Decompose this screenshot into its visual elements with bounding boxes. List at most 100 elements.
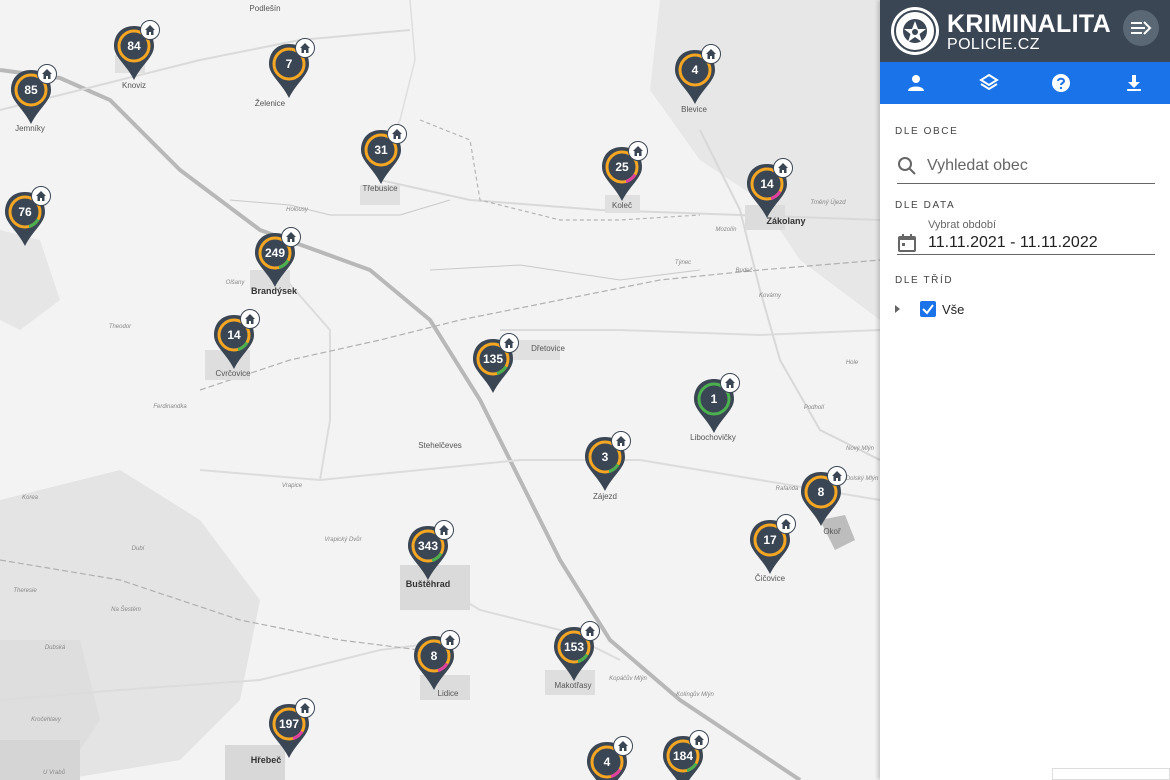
panel-header: KRIMINALITA POLICIE.CZ <box>880 0 1170 62</box>
crime-cluster-marker[interactable]: 84 <box>112 20 160 82</box>
crime-cluster-marker[interactable]: 153 <box>552 621 600 683</box>
help-button[interactable] <box>1025 62 1098 104</box>
crime-cluster-marker[interactable]: 7 <box>267 38 315 100</box>
place-label: Makotřasy <box>554 681 592 690</box>
place-label: Kopáčův Mlýn <box>609 676 647 682</box>
class-section-label: DLE TŘÍD <box>895 275 954 286</box>
home-icon <box>720 373 740 393</box>
place-label: Olšany <box>225 280 245 286</box>
place-label: Dřetovice <box>531 344 565 353</box>
place-label: Korea <box>21 495 39 501</box>
place-label: Okoř <box>823 527 841 536</box>
date-value: 11.11.2021 - 11.11.2022 <box>928 234 1098 251</box>
help-icon <box>1052 74 1071 92</box>
home-icon <box>580 621 600 641</box>
date-range-field[interactable]: Vybrat období 11.11.2021 - 11.11.2022 <box>897 215 1155 255</box>
place-label: Podholí <box>803 405 825 411</box>
place-label: Jemníky <box>15 124 45 133</box>
home-icon <box>611 431 631 451</box>
place-label: Želenice <box>254 99 286 108</box>
crime-cluster-marker[interactable]: 14 <box>745 158 793 220</box>
expand-arrow-icon[interactable] <box>895 305 900 313</box>
place-label: Mozolín <box>715 227 737 233</box>
municipality-section-label: DLE OBCE <box>895 126 959 137</box>
class-tree-item: Vše <box>895 298 1095 320</box>
home-icon <box>240 309 260 329</box>
side-panel: KRIMINALITA POLICIE.CZ DLE OBCE Vyhledat… <box>880 0 1170 780</box>
place-label: U Vrabů <box>43 770 65 776</box>
place-label: Kročehlavy <box>31 717 61 723</box>
crime-cluster-marker[interactable]: 25 <box>600 141 648 203</box>
panel-toolbar <box>880 62 1170 104</box>
crime-cluster-marker[interactable]: 197 <box>267 698 315 760</box>
home-icon <box>434 520 454 540</box>
collapse-panel-button[interactable] <box>1123 10 1159 46</box>
home-icon <box>140 20 160 40</box>
crime-cluster-marker[interactable]: 8 <box>412 630 460 692</box>
home-icon <box>628 141 648 161</box>
class-item-label: Vše <box>942 302 965 317</box>
collapse-arrow-icon <box>1131 21 1152 35</box>
place-label: Theresie <box>13 588 37 594</box>
calendar-icon <box>898 234 916 252</box>
place-label: Dubí <box>131 546 145 552</box>
police-logo-icon <box>891 7 939 55</box>
crime-cluster-marker[interactable]: 249 <box>253 227 301 289</box>
map[interactable]: Podlešín Knoviz Želenice Jemníky Třebusi… <box>0 0 880 780</box>
home-icon <box>499 333 519 353</box>
place-label: Podlešín <box>249 4 281 13</box>
home-icon <box>37 64 57 84</box>
crime-cluster-marker[interactable]: 1 <box>692 373 740 435</box>
place-label: Dubská <box>44 645 66 651</box>
place-label: Vrapický Dvůr <box>324 537 362 543</box>
place-label: Knoviz <box>121 81 147 90</box>
crime-cluster-marker[interactable]: 4 <box>673 44 721 106</box>
place-label: Nový Mlýn <box>845 446 875 452</box>
home-icon <box>440 630 460 650</box>
crime-cluster-marker[interactable]: 31 <box>359 124 407 186</box>
home-icon <box>387 124 407 144</box>
crime-cluster-marker[interactable]: 14 <box>212 309 260 371</box>
home-icon <box>613 736 633 756</box>
place-label: Na Šestém <box>111 607 141 613</box>
place-label: Třebusice <box>362 184 398 193</box>
place-label: Zájezd <box>592 492 618 501</box>
place-label: Kolíngův Mlýn <box>676 692 714 698</box>
place-label: Týnec <box>674 260 692 266</box>
layers-button[interactable] <box>953 62 1026 104</box>
all-classes-checkbox[interactable] <box>920 301 936 317</box>
place-label: Theodor <box>108 324 132 330</box>
crime-cluster-marker[interactable]: 85 <box>9 64 57 126</box>
search-icon <box>898 157 916 175</box>
place-label: Trněný Újezd <box>810 200 846 206</box>
place-label: Kovárny <box>758 293 782 299</box>
place-label: Vrapice <box>281 483 303 489</box>
crime-cluster-marker[interactable]: 135 <box>471 333 519 395</box>
date-section-label: DLE DATA <box>895 200 956 211</box>
download-icon <box>1126 75 1141 91</box>
place-label: Cvrčovice <box>215 369 251 378</box>
crime-cluster-marker[interactable]: 17 <box>748 514 796 576</box>
place-label: Koleč <box>611 201 633 210</box>
app-subtitle: POLICIE.CZ <box>947 36 1040 53</box>
home-icon <box>773 158 793 178</box>
home-icon <box>689 730 709 750</box>
place-label: Čičovice <box>754 574 786 583</box>
person-button[interactable] <box>880 62 953 104</box>
layers-icon <box>978 73 999 91</box>
place-label: Dolský Mlýn <box>845 476 879 482</box>
crime-cluster-marker[interactable]: 76 <box>3 186 51 248</box>
crime-cluster-marker[interactable]: 4 <box>585 736 633 780</box>
place-label: Stehelčeves <box>418 441 462 450</box>
crime-cluster-marker[interactable]: 3 <box>583 431 631 493</box>
municipality-search <box>897 150 1155 184</box>
home-icon <box>31 186 51 206</box>
home-icon <box>295 698 315 718</box>
search-input[interactable] <box>927 155 1147 177</box>
crime-cluster-marker[interactable]: 343 <box>406 520 454 582</box>
place-label: Blevice <box>681 105 707 114</box>
home-icon <box>827 466 847 486</box>
download-button[interactable] <box>1098 62 1170 104</box>
crime-cluster-marker[interactable]: 8 <box>799 466 847 528</box>
crime-cluster-marker[interactable]: 184 <box>661 730 709 780</box>
